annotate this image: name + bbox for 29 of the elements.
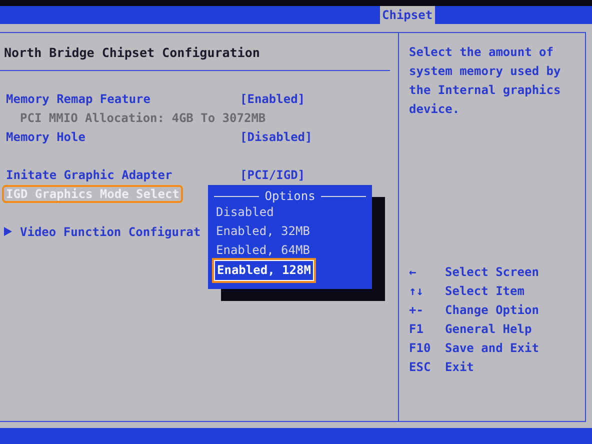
option-item[interactable]: Disabled — [214, 203, 276, 222]
key-action: Change Option — [445, 302, 540, 319]
info-text: PCI MMIO Allocation: 4GB To 3072MB — [19, 110, 267, 124]
setting-value: [Disabled] — [240, 130, 314, 144]
section-title: North Bridge Chipset Configuration — [0, 33, 390, 71]
help-text: Select the amount of system memory used by the Internal graphics device. — [409, 44, 562, 118]
setting-label[interactable]: Initate Graphic Adapter — [4, 168, 174, 182]
setting-value: [Enabled] — [240, 92, 306, 106]
key-label: ESC — [409, 359, 432, 376]
key-label: F1 — [409, 321, 424, 338]
tab[interactable]: Chipset — [380, 6, 435, 24]
key-label: ← — [409, 264, 418, 281]
setting-label[interactable]: Memory Hole — [4, 130, 88, 144]
key-action: Select Item — [445, 283, 526, 300]
key-label: ↑↓ — [409, 283, 424, 300]
key-action: Select Screen — [445, 264, 540, 281]
key-label: +- — [409, 302, 424, 319]
key-label: F10 — [409, 340, 432, 357]
setting-value: [PCI/IGD] — [240, 168, 306, 182]
popup-title: Options — [264, 189, 316, 203]
submenu-label[interactable]: Video Function Configurat — [18, 224, 203, 238]
key-action: General Help — [445, 321, 533, 338]
setting-label[interactable]: Memory Remap Feature — [4, 92, 152, 106]
option-item[interactable]: Enabled, 128M — [214, 260, 314, 281]
key-action: Save and Exit — [445, 340, 540, 357]
option-item[interactable]: Enabled, 32MB — [214, 222, 312, 241]
option-item[interactable]: Enabled, 64MB — [214, 241, 312, 260]
triangle-icon — [4, 227, 12, 236]
key-action: Exit — [445, 359, 475, 376]
